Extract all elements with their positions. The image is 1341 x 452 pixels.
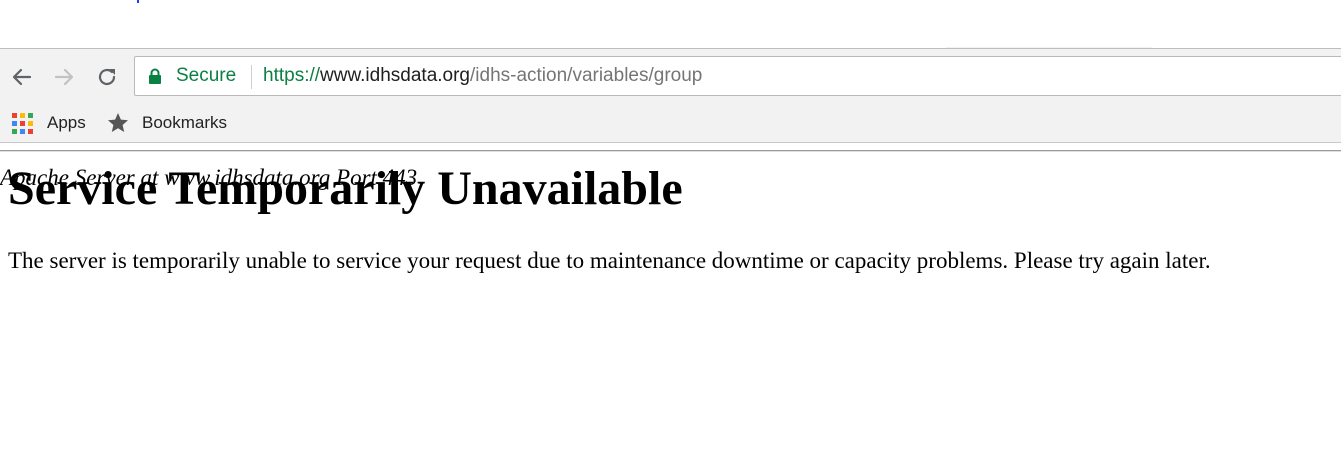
star-icon xyxy=(108,113,128,132)
lock-icon[interactable] xyxy=(148,68,162,84)
address-bar[interactable]: Secure https://www.idhsdata.org/idhs-act… xyxy=(134,56,1341,96)
page-content: Service Temporarily Unavailable The serv… xyxy=(8,143,1333,274)
bookmark-folder-bookmarks[interactable]: Bookmarks xyxy=(106,110,227,136)
bookmark-apps[interactable]: Apps xyxy=(12,110,86,136)
bookmark-folder-label: Bookmarks xyxy=(142,113,228,132)
apps-grid-icon xyxy=(12,112,33,134)
tab-fragment xyxy=(137,0,139,3)
error-message: The server is temporarily unable to serv… xyxy=(8,247,1211,273)
server-signature: Apache Server at www.idhsdata.org Port 4… xyxy=(0,165,418,190)
bookmark-apps-label: Apps xyxy=(47,113,86,132)
security-label[interactable]: Secure xyxy=(176,65,236,87)
tab-strip xyxy=(0,0,1341,50)
url-scheme: https:// xyxy=(263,65,321,86)
address-bar-separator xyxy=(251,65,252,89)
reload-button[interactable] xyxy=(93,63,121,91)
reload-icon xyxy=(98,68,116,86)
browser-toolbar: Secure https://www.idhsdata.org/idhs-act… xyxy=(0,49,1341,105)
url-text[interactable]: https://www.idhsdata.org/idhs-action/var… xyxy=(263,65,702,87)
url-host: www.idhsdata.org xyxy=(320,65,470,86)
forward-button[interactable] xyxy=(50,63,78,91)
back-button[interactable] xyxy=(8,63,36,91)
bookmarks-bar: Apps Bookmarks xyxy=(0,105,1341,143)
url-path: /idhs-action/variables/group xyxy=(470,65,703,86)
back-arrow-icon xyxy=(12,68,32,86)
page-divider xyxy=(0,150,1341,152)
forward-arrow-icon xyxy=(54,68,74,86)
